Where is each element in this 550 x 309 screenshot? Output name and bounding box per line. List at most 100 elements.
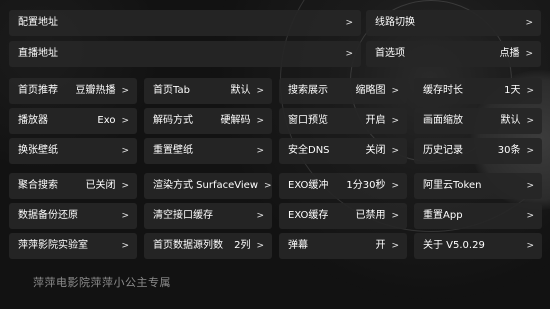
chevron-right-icon: > — [526, 240, 534, 251]
setting-item[interactable]: 搜索展示 缩略图 > — [279, 78, 407, 104]
live-url-button[interactable]: 直播地址 > — [9, 41, 361, 67]
preferred-option-label: 首选项 — [375, 48, 405, 59]
setting-value: 豆瓣热播 — [75, 85, 116, 96]
setting-label: 解码方式 — [153, 115, 193, 126]
chevron-right-icon: > — [345, 48, 353, 59]
setting-item[interactable]: 首页推荐 豆瓣热播 > — [9, 78, 137, 104]
preferred-option-button[interactable]: 首选项 点播 > — [366, 41, 541, 67]
line-switch-label: 线路切换 — [375, 17, 415, 28]
setting-value: 2列 — [234, 240, 251, 251]
setting-label: 聚合搜索 — [18, 180, 58, 191]
setting-label: 历史记录 — [423, 145, 463, 156]
setting-item[interactable]: 数据备份还原 > — [9, 203, 137, 229]
setting-label: EXO缓存 — [288, 210, 329, 221]
chevron-right-icon: > — [526, 115, 534, 126]
chevron-right-icon: > — [391, 240, 399, 251]
setting-label: 换张壁纸 — [18, 145, 58, 156]
setting-label: 阿里云Token — [423, 180, 482, 191]
setting-item[interactable]: 历史记录 30条 > — [414, 138, 542, 164]
setting-value: 硬解码 — [220, 115, 251, 126]
setting-item[interactable]: 阿里云Token > — [414, 173, 542, 199]
setting-item[interactable]: 解码方式 硬解码 > — [144, 108, 272, 134]
setting-label: 清空接口缓存 — [153, 210, 213, 221]
setting-item[interactable]: 首页数据源列数 2列 > — [144, 233, 272, 259]
live-url-label: 直播地址 — [18, 48, 58, 59]
chevron-right-icon: > — [345, 17, 353, 28]
setting-label: 窗口预览 — [288, 115, 328, 126]
setting-item[interactable]: 播放器 Exo > — [9, 108, 137, 134]
setting-item[interactable]: 首页Tab 默认 > — [144, 78, 272, 104]
setting-value: 缩略图 — [355, 85, 386, 96]
line-switch-button[interactable]: 线路切换 > — [366, 10, 541, 36]
setting-label: 重置App — [423, 210, 463, 221]
chevron-right-icon: > — [256, 145, 264, 156]
setting-item[interactable]: EXO缓存 已禁用 > — [279, 203, 407, 229]
setting-label: 首页Tab — [153, 85, 190, 96]
setting-label: 缓存时长 — [423, 85, 463, 96]
setting-item[interactable]: EXO缓冲 1分30秒 > — [279, 173, 407, 199]
setting-value: 默认 — [500, 115, 521, 126]
setting-label: 重置壁纸 — [153, 145, 193, 156]
chevron-right-icon: > — [525, 48, 533, 59]
setting-label: 弹幕 — [288, 240, 308, 251]
chevron-right-icon: > — [256, 240, 264, 251]
setting-item[interactable]: 弹幕 开 > — [279, 233, 407, 259]
chevron-right-icon: > — [264, 180, 272, 191]
config-url-label: 配置地址 — [18, 17, 58, 28]
setting-label: 萍萍影院实验室 — [18, 240, 88, 251]
setting-value: 开启 — [365, 115, 386, 126]
chevron-right-icon: > — [121, 180, 129, 191]
chevron-right-icon: > — [526, 210, 534, 221]
chevron-right-icon: > — [256, 210, 264, 221]
chevron-right-icon: > — [391, 180, 399, 191]
setting-item[interactable]: 缓存时长 1天 > — [414, 78, 542, 104]
setting-value: 默认 — [230, 85, 251, 96]
chevron-right-icon: > — [256, 115, 264, 126]
chevron-right-icon: > — [391, 115, 399, 126]
setting-label: 播放器 — [18, 115, 48, 126]
setting-item[interactable]: 安全DNS 关闭 > — [279, 138, 407, 164]
setting-value: Exo — [97, 115, 116, 126]
setting-item[interactable]: 清空接口缓存 > — [144, 203, 272, 229]
chevron-right-icon: > — [391, 210, 399, 221]
chevron-right-icon: > — [391, 145, 399, 156]
setting-item[interactable]: 重置App > — [414, 203, 542, 229]
setting-value: 关闭 — [365, 145, 386, 156]
setting-label: EXO缓冲 — [288, 180, 329, 191]
chevron-right-icon: > — [525, 17, 533, 28]
setting-label: 首页数据源列数 — [153, 240, 223, 251]
chevron-right-icon: > — [121, 115, 129, 126]
setting-item[interactable]: 萍萍影院实验室 > — [9, 233, 137, 259]
setting-item[interactable]: 聚合搜索 已关闭 > — [9, 173, 137, 199]
setting-item[interactable]: 重置壁纸 > — [144, 138, 272, 164]
setting-item[interactable]: 换张壁纸 > — [9, 138, 137, 164]
chevron-right-icon: > — [121, 240, 129, 251]
chevron-right-icon: > — [391, 85, 399, 96]
setting-value: 已关闭 — [85, 180, 116, 191]
setting-label: 安全DNS — [288, 145, 330, 156]
chevron-right-icon: > — [526, 180, 534, 191]
chevron-right-icon: > — [526, 145, 534, 156]
chevron-right-icon: > — [121, 145, 129, 156]
setting-label: 画面缩放 — [423, 115, 463, 126]
setting-label: 关于 V5.0.29 — [423, 240, 485, 251]
footer-dedication: 萍萍电影院萍萍小公主专属 — [33, 276, 171, 289]
setting-item[interactable]: 渲染方式 SurfaceView > — [144, 173, 272, 199]
chevron-right-icon: > — [121, 210, 129, 221]
setting-value: 已禁用 — [355, 210, 386, 221]
chevron-right-icon: > — [121, 85, 129, 96]
setting-item[interactable]: 关于 V5.0.29 > — [414, 233, 542, 259]
setting-value: 1分30秒 — [346, 180, 386, 191]
setting-label: 搜索展示 — [288, 85, 328, 96]
chevron-right-icon: > — [256, 85, 264, 96]
setting-label: 数据备份还原 — [18, 210, 78, 221]
setting-item[interactable]: 画面缩放 默认 > — [414, 108, 542, 134]
config-url-button[interactable]: 配置地址 > — [9, 10, 361, 36]
setting-value: 1天 — [504, 85, 521, 96]
setting-value: 开 — [375, 240, 386, 251]
setting-value: 30条 — [497, 145, 521, 156]
setting-item[interactable]: 窗口预览 开启 > — [279, 108, 407, 134]
preferred-option-value: 点播 — [499, 48, 520, 59]
setting-label: 渲染方式 SurfaceView — [153, 180, 259, 191]
setting-label: 首页推荐 — [18, 85, 58, 96]
